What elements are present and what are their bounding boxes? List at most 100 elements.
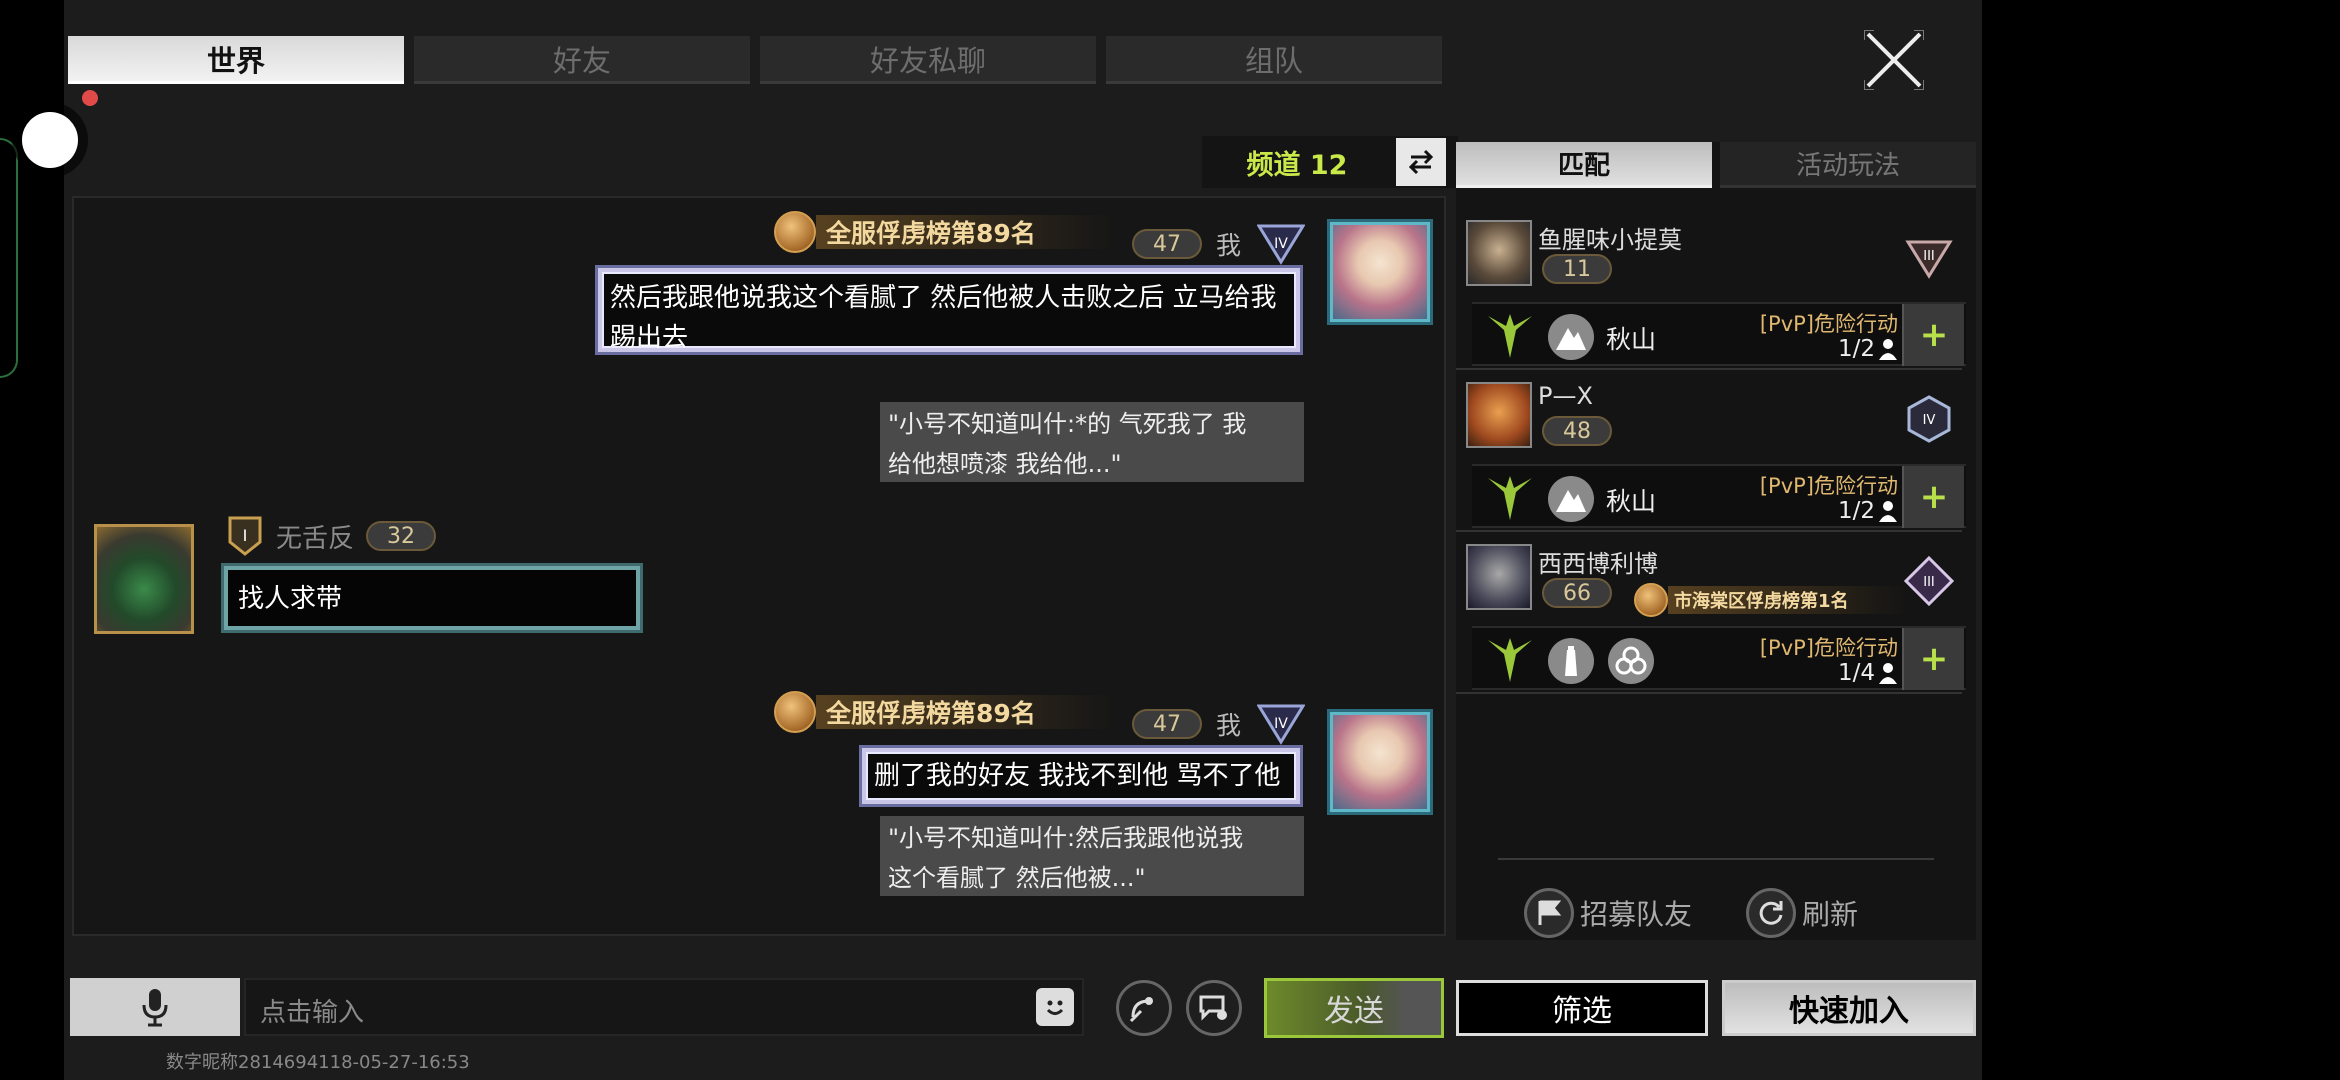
rank-text: 全服俘虏榜第89名 [816,695,1116,729]
sender-avatar[interactable] [94,524,194,634]
person-icon [1879,663,1897,684]
divider [1498,858,1934,860]
team-leader-name: P—X [1538,382,1593,410]
tab-match[interactable]: 匹配 [1456,142,1712,188]
cells-map-icon [1608,638,1654,684]
join-team-button[interactable]: + [1902,628,1964,690]
svg-text:IV: IV [1274,716,1288,732]
my-avatar[interactable] [1330,222,1430,322]
rank-badge: 全服俘虏榜第89名 [774,211,1116,253]
tab-friends[interactable]: 好友 [414,36,750,84]
level-pill: 47 [1132,229,1202,259]
game-mode: [PvP]危险行动 [1759,474,1898,498]
send-button[interactable]: 发送 [1264,978,1444,1038]
channel-selector: 频道 12 [1202,136,1458,188]
me-label: 我 [1216,711,1242,740]
rank-text: 市海棠区俘虏榜第1名 [1668,586,1909,614]
tier-iv-icon: IV [1255,698,1307,750]
svg-text:IV: IV [1274,236,1288,252]
team-card: 西西博利博 66 市海棠区俘虏榜第1名 III [PvP]危险行动 1/4 + [1466,544,1966,694]
voice-input-button[interactable] [70,978,240,1036]
team-leader-avatar[interactable] [1466,220,1532,286]
emoji-button[interactable] [1036,988,1074,1026]
team-info-row: 秋山 [PvP]危险行动 1/2 + [1472,464,1966,528]
tab-private-chat[interactable]: 好友私聊 [760,36,1096,84]
top-tabs: 世界 好友 好友私聊 组队 [68,36,1442,84]
message-text: 删了我的好友 我找不到他 骂不了他 [874,761,1281,791]
microphone-icon [142,989,168,1027]
prisoner-rank-icon [1634,583,1668,617]
close-button[interactable] [1854,24,1934,96]
team-leader-avatar[interactable] [1466,544,1532,610]
tab-activities[interactable]: 活动玩法 [1720,142,1976,188]
chat-bubble[interactable]: 然后我跟他说我这个看腻了 然后他被人击败之后 立马给我 踢出去 [598,268,1300,353]
flag-icon [1524,888,1574,938]
refresh-button[interactable]: 刷新 [1746,888,1858,938]
recruit-button[interactable]: 招募队友 [1524,888,1692,938]
svg-text:I: I [243,526,248,545]
message-text: 找人求带 [238,584,343,614]
level-pill: 47 [1132,709,1202,739]
satellite-icon [1129,997,1153,1023]
input-placeholder: 点击输入 [260,998,365,1028]
chat-bubble[interactable]: 找人求带 [224,566,640,630]
divider [1456,692,1962,694]
member-count: 1/2 [1838,336,1898,362]
message-text: 然后我跟他说我这个看腻了 然后他被人击败之后 立马给我 [610,283,1277,313]
wing-emblem-icon [1488,476,1532,520]
lighthouse-map-icon [1548,638,1594,684]
team-card: 鱼腥味小提莫 11 III 秋山 [PvP]危险行动 1/2 + [1466,220,1966,370]
rank-badge: 全服俘虏榜第89名 [774,691,1116,733]
tab-team[interactable]: 组队 [1106,36,1442,84]
switch-channel-button[interactable] [1396,138,1446,186]
refresh-icon [1746,888,1796,938]
mountain-map-icon [1548,476,1594,522]
sender-name[interactable]: 无舌反 [276,518,354,555]
notification-dot [82,90,98,106]
filter-button[interactable]: 筛选 [1456,980,1708,1036]
chat-settings-button[interactable] [1186,980,1242,1036]
refresh-label: 刷新 [1802,898,1859,931]
chat-input[interactable]: 点击输入 [244,978,1084,1036]
tab-world[interactable]: 世界 [68,36,404,84]
game-mode: [PvP]危险行动 [1759,312,1898,336]
level-pill: 32 [366,521,437,551]
rank-badge: 市海棠区俘虏榜第1名 [1634,583,1909,617]
chat-gear-icon [1199,995,1227,1021]
recruit-label: 招募队友 [1580,898,1693,931]
message-text: 踢出去 [610,323,689,353]
team-info-row: [PvP]危险行动 1/4 + [1472,626,1966,690]
chat-screen: 世界 好友 好友私聊 组队 频道 12 全服俘虏榜第89名 47 我 IV 然后… [64,0,1982,1080]
quick-join-button[interactable]: 快速加入 [1722,980,1976,1036]
join-team-button[interactable]: + [1902,304,1964,366]
broadcast-button[interactable] [1116,980,1172,1036]
prisoner-rank-icon [774,691,816,733]
team-card: P—X 48 IV 秋山 [PvP]危险行动 1/2 + [1466,382,1966,532]
member-count: 1/2 [1838,498,1898,524]
tier-iv-icon: IV [1255,218,1307,270]
join-team-button[interactable]: + [1902,466,1964,528]
me-label: 我 [1216,231,1242,260]
divider [1456,530,1962,532]
level-pill: 48 [1542,416,1612,446]
sender-meta: I 无舌反 32 [226,516,437,556]
quote-text: 给他想喷漆 我给他..." [888,450,1122,478]
chat-area[interactable]: 全服俘虏榜第89名 47 我 IV 然后我跟他说我这个看腻了 然后他被人击败之后… [72,196,1446,936]
chat-bubble[interactable]: 删了我的好友 我找不到他 骂不了他 [862,748,1300,804]
team-leader-avatar[interactable] [1466,382,1532,448]
watermark-text: 数字昵称2814694118-05-27-16:53 [166,1052,470,1073]
level-pill: 11 [1542,254,1612,284]
map-name: 秋山 [1606,325,1657,354]
quoted-reply: "小号不知道叫什:*的 气死我了 我 给他想喷漆 我给他..." [880,402,1304,482]
channel-label[interactable]: 频道 12 [1202,143,1392,182]
wing-emblem-icon [1488,314,1532,358]
quote-text: "小号不知道叫什:*的 气死我了 我 [888,410,1247,438]
quote-text: 这个看腻了 然后他被..." [888,864,1146,892]
floating-assistant-button[interactable] [22,112,78,168]
mountain-map-icon [1548,314,1594,360]
rank-text: 全服俘虏榜第89名 [816,215,1116,249]
svg-text:IV: IV [1923,413,1936,428]
svg-text:III: III [1923,249,1935,264]
my-avatar[interactable] [1330,712,1430,812]
prisoner-rank-icon [774,211,816,253]
